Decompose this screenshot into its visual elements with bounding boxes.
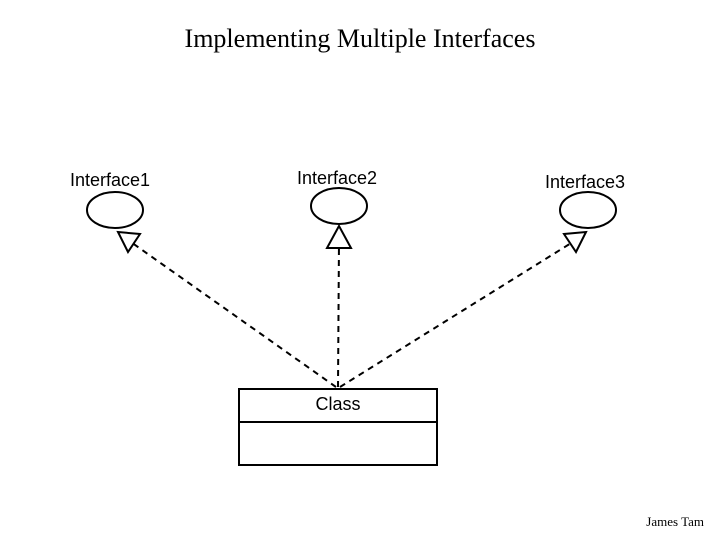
arrowhead-2 — [327, 226, 351, 248]
author-credit: James Tam — [646, 514, 704, 530]
arrowhead-3 — [564, 232, 586, 252]
realization-edge-2 — [338, 240, 339, 387]
interface1-symbol — [87, 192, 143, 228]
class-name-compartment: Class — [240, 390, 436, 423]
arrowhead-1 — [118, 232, 140, 252]
realization-edge-3 — [340, 240, 576, 387]
realization-edge-1 — [128, 240, 336, 387]
class-body-compartment — [240, 423, 436, 461]
class-box: Class — [238, 388, 438, 466]
interface2-symbol — [311, 188, 367, 224]
interface3-symbol — [560, 192, 616, 228]
